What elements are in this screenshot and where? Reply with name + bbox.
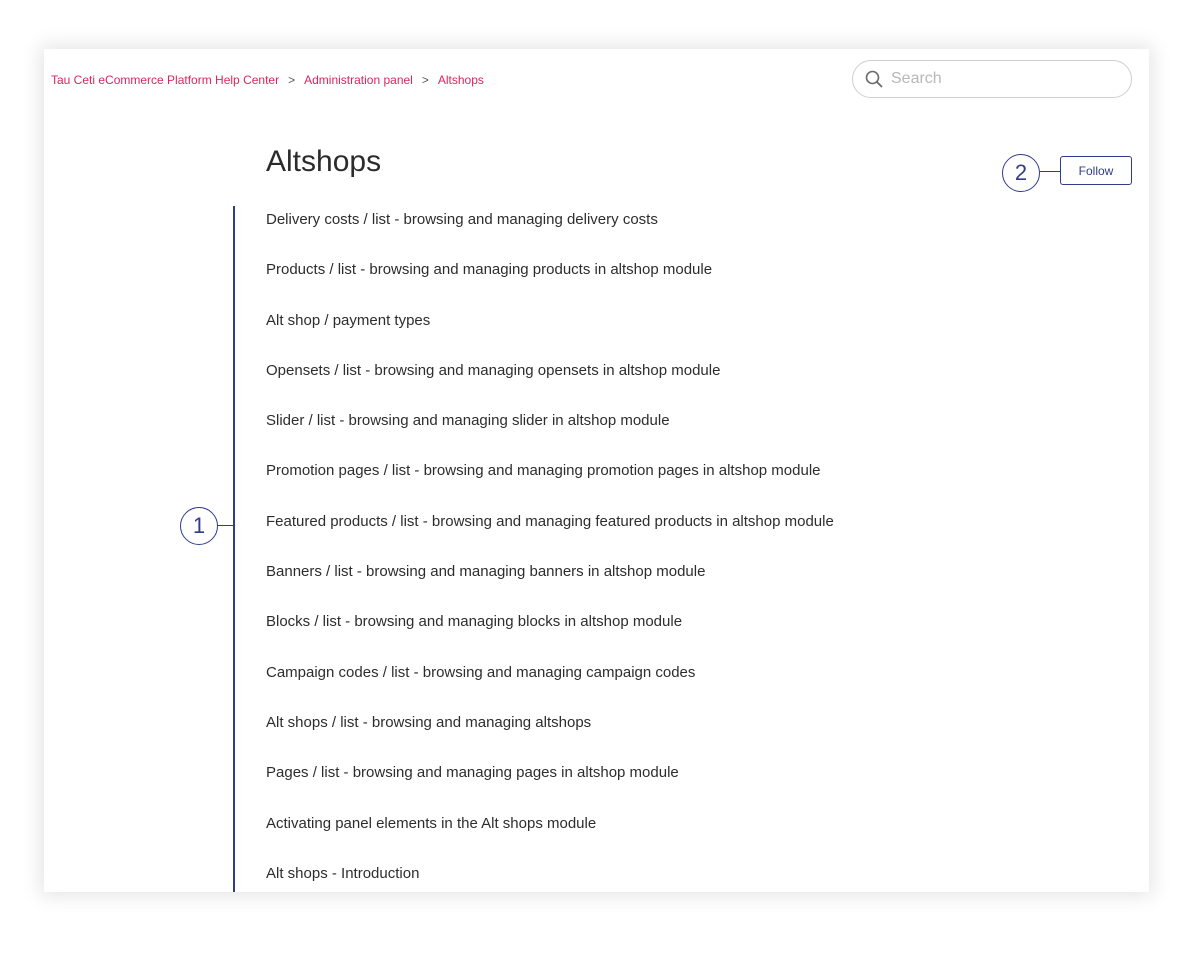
article-link[interactable]: Alt shop / payment types [266, 308, 834, 358]
breadcrumb-category-link[interactable]: Administration panel [304, 73, 413, 87]
article-link[interactable]: Pages / list - browsing and managing pag… [266, 760, 834, 810]
article-link[interactable]: Opensets / list - browsing and managing … [266, 358, 834, 408]
article-link[interactable]: Products / list - browsing and managing … [266, 257, 834, 307]
breadcrumb-separator: > [421, 73, 429, 87]
article-link[interactable]: Delivery costs / list - browsing and man… [266, 207, 834, 257]
search-input[interactable] [889, 69, 1113, 89]
article-link[interactable]: Promotion pages / list - browsing and ma… [266, 458, 834, 508]
breadcrumb: Tau Ceti eCommerce Platform Help Center … [51, 73, 484, 87]
breadcrumb-section-link[interactable]: Altshops [438, 73, 484, 87]
callout-2-badge: 2 [1002, 154, 1040, 192]
search-icon [865, 70, 883, 88]
follow-button[interactable]: Follow [1060, 156, 1132, 185]
callout-1-badge: 1 [180, 507, 218, 545]
help-center-page: Tau Ceti eCommerce Platform Help Center … [44, 49, 1149, 892]
callout-1-number: 1 [192, 513, 206, 538]
article-link[interactable]: Alt shops - Introduction [266, 861, 834, 892]
article-link[interactable]: Banners / list - browsing and managing b… [266, 559, 834, 609]
article-link[interactable]: Campaign codes / list - browsing and man… [266, 660, 834, 710]
search-box[interactable] [852, 60, 1132, 98]
breadcrumb-home-link[interactable]: Tau Ceti eCommerce Platform Help Center [51, 73, 279, 87]
breadcrumb-separator: > [288, 73, 296, 87]
page-title: Altshops [266, 145, 382, 178]
article-link[interactable]: Blocks / list - browsing and managing bl… [266, 609, 834, 659]
callout-2-connector [1040, 171, 1060, 172]
article-link[interactable]: Slider / list - browsing and managing sl… [266, 408, 834, 458]
article-list: Delivery costs / list - browsing and man… [266, 207, 834, 892]
callout-2-number: 2 [1014, 160, 1028, 185]
article-list-bracket [233, 206, 235, 892]
article-link[interactable]: Featured products / list - browsing and … [266, 509, 834, 559]
article-link[interactable]: Alt shops / list - browsing and managing… [266, 710, 834, 760]
article-link[interactable]: Activating panel elements in the Alt sho… [266, 811, 834, 861]
callout-1-connector [216, 525, 234, 526]
